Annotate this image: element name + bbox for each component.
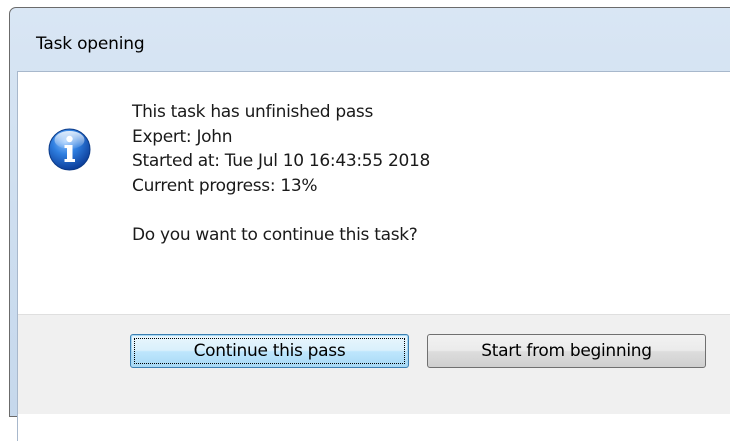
info-icon <box>48 128 91 171</box>
start-from-beginning-button[interactable]: Start from beginning <box>427 334 706 368</box>
continue-pass-label: Continue this pass <box>193 341 346 361</box>
message-line: Started at: Tue Jul 10 16:43:55 2018 <box>132 151 431 171</box>
continue-pass-button[interactable]: Continue this pass <box>130 334 409 368</box>
question-text: Do you want to continue this task? <box>132 224 418 245</box>
dialog-content: This task has unfinished pass Expert: Jo… <box>17 71 730 441</box>
message-line: This task has unfinished pass <box>132 102 374 122</box>
button-bar: Continue this pass Start from beginning <box>18 314 730 414</box>
message-line: Current progress: 13% <box>132 175 318 196</box>
start-from-beginning-label: Start from beginning <box>481 341 652 361</box>
message-text: This task has unfinished pass Expert: Jo… <box>132 100 430 247</box>
dialog-title: Task opening <box>36 34 145 54</box>
message-line: Expert: John <box>132 126 233 147</box>
